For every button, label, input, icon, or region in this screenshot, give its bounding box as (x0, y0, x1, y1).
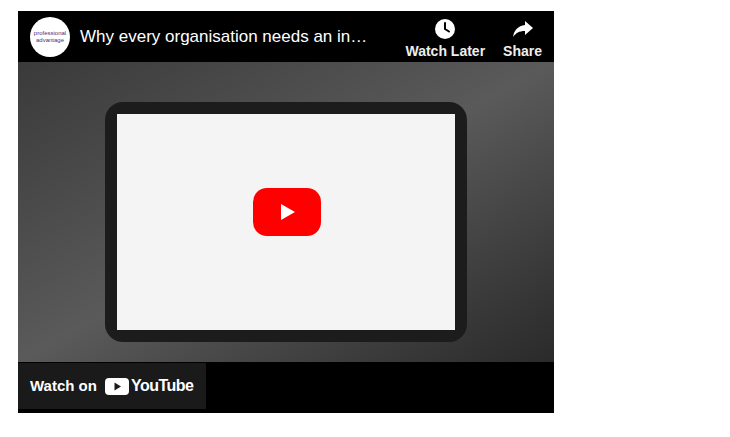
channel-logo[interactable]: professional advantage (30, 17, 70, 57)
video-thumbnail[interactable] (18, 62, 554, 362)
play-button[interactable] (253, 188, 321, 236)
channel-logo-text: professional advantage (32, 30, 68, 43)
youtube-logo: YouTube (105, 374, 194, 398)
page: professional advantage Why every organisa… (0, 0, 730, 437)
action-button[interactable]: Watch Later (405, 17, 485, 58)
video-title[interactable]: Why every organisation needs an in… (80, 24, 395, 50)
clock-icon (433, 17, 457, 41)
watch-on-youtube[interactable]: Watch onYouTube (18, 363, 206, 409)
share-icon (511, 17, 535, 41)
youtube-play-icon (105, 378, 129, 395)
play-icon (277, 202, 297, 222)
video-embed[interactable]: professional advantage Why every organisa… (18, 11, 554, 413)
actions: Watch Later Share (405, 15, 542, 58)
title-bar: professional advantage Why every organisa… (18, 11, 554, 62)
action-button[interactable]: Share (503, 17, 542, 58)
